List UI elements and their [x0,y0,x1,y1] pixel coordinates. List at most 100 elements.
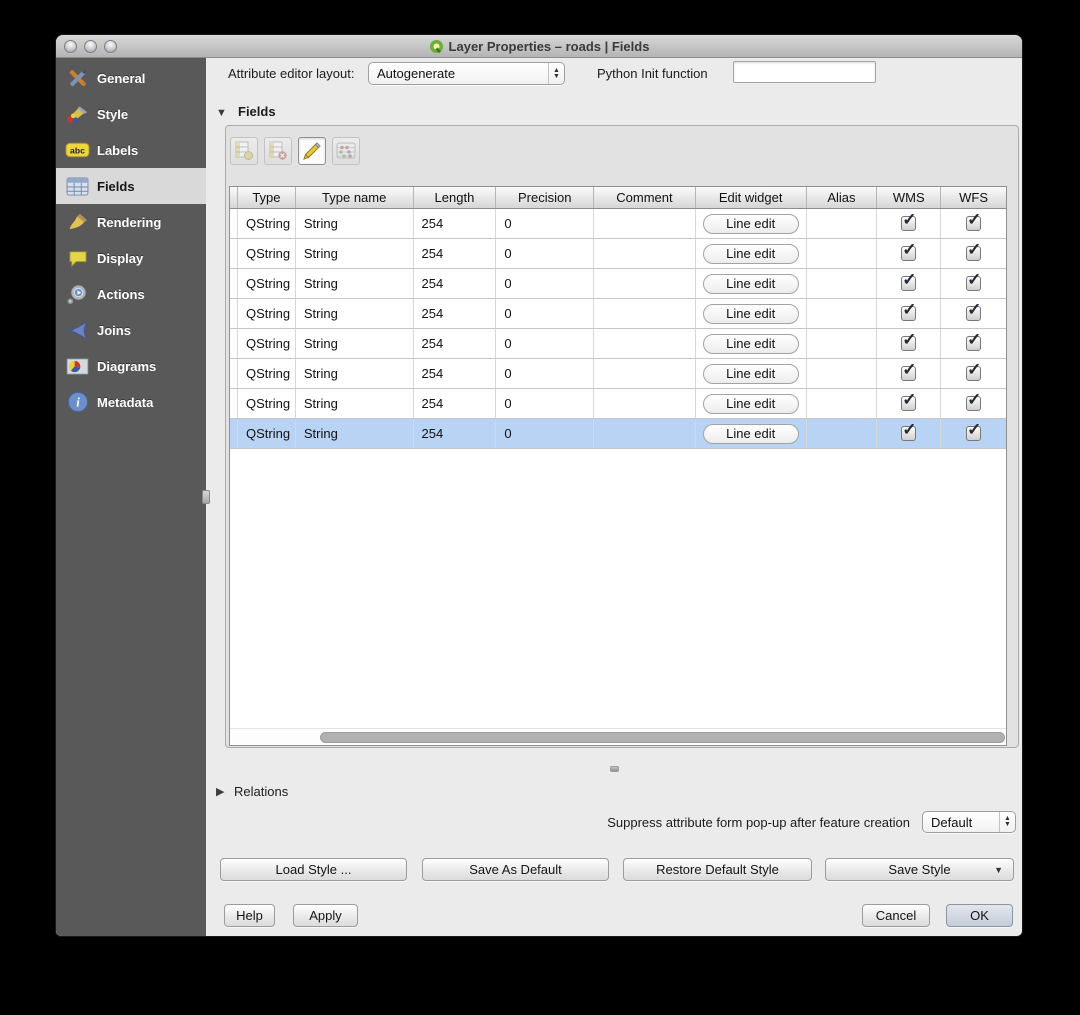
table-row[interactable]: QStringString2540 Line edit [230,269,1006,299]
cell-type-name[interactable]: String [296,269,414,298]
cell-type[interactable]: QString [238,419,296,448]
cell-comment[interactable] [594,299,696,328]
cell-alias[interactable] [807,239,878,268]
cell-alias[interactable] [807,329,878,358]
cell-precision[interactable]: 0 [496,389,594,418]
cell-type-name[interactable]: String [296,209,414,238]
toggle-editing-button[interactable] [298,137,326,165]
cell-row-handle[interactable] [230,269,238,298]
cell-type[interactable]: QString [238,329,296,358]
cell-precision[interactable]: 0 [496,359,594,388]
cell-alias[interactable] [807,269,878,298]
cell-alias[interactable] [807,359,878,388]
sidebar-item-general[interactable]: General [56,60,206,96]
cell-length[interactable]: 254 [414,359,497,388]
header-cell-wfs[interactable]: WFS [941,187,1006,208]
cell-precision[interactable]: 0 [496,329,594,358]
cell-type-name[interactable]: String [296,239,414,268]
cell-type[interactable]: QString [238,269,296,298]
cell-row-handle[interactable] [230,389,238,418]
edit-widget-button[interactable]: Line edit [703,364,799,384]
wfs-checkbox[interactable] [966,306,981,321]
header-cell-alias[interactable]: Alias [807,187,878,208]
sidebar-item-diagrams[interactable]: Diagrams [56,348,206,384]
cell-comment[interactable] [594,209,696,238]
cell-row-handle[interactable] [230,359,238,388]
cell-type-name[interactable]: String [296,329,414,358]
cell-type-name[interactable]: String [296,299,414,328]
wfs-checkbox[interactable] [966,246,981,261]
header-cell-comment[interactable]: Comment [594,187,696,208]
sidebar-item-metadata[interactable]: i Metadata [56,384,206,420]
cell-type[interactable]: QString [238,359,296,388]
cell-length[interactable]: 254 [414,239,497,268]
cell-type[interactable]: QString [238,299,296,328]
cell-row-handle[interactable] [230,299,238,328]
cell-comment[interactable] [594,389,696,418]
cell-type-name[interactable]: String [296,389,414,418]
edit-widget-button[interactable]: Line edit [703,214,799,234]
cell-length[interactable]: 254 [414,269,497,298]
cell-alias[interactable] [807,209,878,238]
cell-row-handle[interactable] [230,329,238,358]
apply-button[interactable]: Apply [293,904,358,927]
cell-comment[interactable] [594,239,696,268]
cell-precision[interactable]: 0 [496,209,594,238]
new-column-button[interactable] [230,137,258,165]
sidebar-item-style[interactable]: Style [56,96,206,132]
cell-type[interactable]: QString [238,239,296,268]
restore-default-style-button[interactable]: Restore Default Style [623,858,812,881]
cell-row-handle[interactable] [230,209,238,238]
cell-alias[interactable] [807,299,878,328]
table-row[interactable]: QStringString2540Line edit [230,329,1006,359]
edit-widget-button[interactable]: Line edit [703,244,799,264]
cell-precision[interactable]: 0 [496,419,594,448]
cell-row-handle[interactable] [230,239,238,268]
wfs-checkbox[interactable] [966,366,981,381]
horizontal-scrollbar-thumb[interactable] [320,732,1005,743]
sidebar-item-rendering[interactable]: Rendering [56,204,206,240]
cell-type-name[interactable]: String [296,359,414,388]
table-row[interactable]: QStringString2540 Line edit [230,239,1006,269]
header-cell-blank[interactable] [230,187,238,208]
cell-row-handle[interactable] [230,419,238,448]
cell-precision[interactable]: 0 [496,239,594,268]
wfs-checkbox[interactable] [966,276,981,291]
table-row[interactable]: QStringString2540Line edit [230,389,1006,419]
load-style-button[interactable]: Load Style ... [220,858,407,881]
sidebar-item-actions[interactable]: Actions [56,276,206,312]
relations-disclosure-triangle-icon[interactable]: ▶ [216,785,224,798]
wfs-checkbox[interactable] [966,426,981,441]
table-row[interactable]: QStringString2540Line edit [230,209,1006,239]
cell-alias[interactable] [807,389,878,418]
ok-button[interactable]: OK [946,904,1013,927]
edit-widget-button[interactable]: Line edit [703,274,799,294]
wfs-checkbox[interactable] [966,396,981,411]
sidebar-item-labels[interactable]: abc Labels [56,132,206,168]
save-as-default-button[interactable]: Save As Default [422,858,609,881]
edit-widget-button[interactable]: Line edit [703,334,799,354]
cell-alias[interactable] [807,419,878,448]
wms-checkbox[interactable] [901,396,916,411]
horizontal-scrollbar[interactable] [230,728,1006,745]
wms-checkbox[interactable] [901,276,916,291]
wms-checkbox[interactable] [901,216,916,231]
edit-widget-button[interactable]: Line edit [703,424,799,444]
wms-checkbox[interactable] [901,306,916,321]
edit-widget-button[interactable]: Line edit [703,394,799,414]
wms-checkbox[interactable] [901,426,916,441]
cell-length[interactable]: 254 [414,209,497,238]
header-cell-length[interactable]: Length [414,187,497,208]
cell-precision[interactable]: 0 [496,269,594,298]
cell-comment[interactable] [594,359,696,388]
header-cell-type[interactable]: Type [238,187,296,208]
header-cell-wms[interactable]: WMS [877,187,941,208]
table-row[interactable]: QStringString2540 Line edit [230,359,1006,389]
fields-disclosure-triangle-icon[interactable]: ▼ [216,107,227,119]
suppress-form-select[interactable]: Default ▲▼ [922,811,1016,833]
delete-column-button[interactable] [264,137,292,165]
splitter-handle[interactable] [202,490,210,504]
table-row[interactable]: QStringString2540Line edit [230,299,1006,329]
cell-length[interactable]: 254 [414,299,497,328]
cell-comment[interactable] [594,269,696,298]
